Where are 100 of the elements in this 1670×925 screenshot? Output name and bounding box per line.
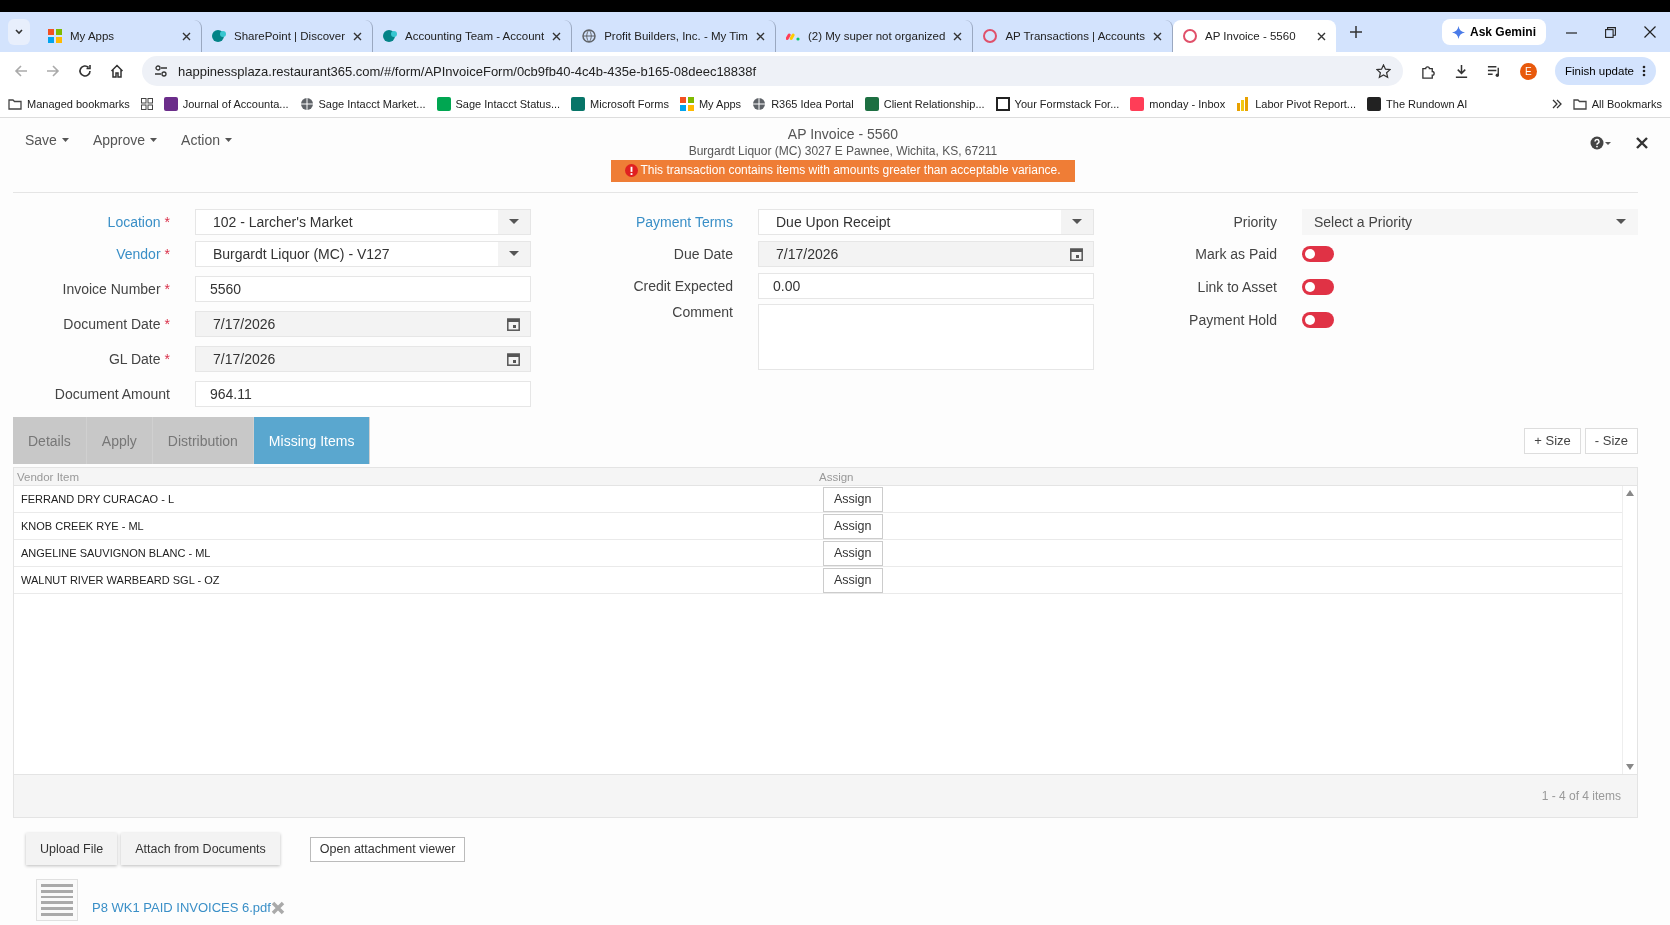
bookmark-item[interactable]: R365 Idea Portal: [752, 96, 854, 111]
bookmark-item[interactable]: Your Formstack For...: [995, 96, 1120, 111]
browser-tab[interactable]: AP Invoice - 5560: [1172, 20, 1336, 52]
date-field[interactable]: 7/17/2026: [195, 345, 531, 372]
field-label: Document Date: [63, 315, 161, 332]
star-icon[interactable]: [1375, 63, 1391, 79]
bookmark-item[interactable]: Managed bookmarks: [8, 96, 130, 111]
scrollbar[interactable]: [1622, 486, 1637, 774]
assign-button[interactable]: Assign: [823, 486, 883, 512]
input-field[interactable]: 0.00: [758, 272, 1094, 299]
favicon-icon: [436, 96, 451, 111]
caret-icon: [150, 138, 158, 142]
close-icon[interactable]: [1152, 31, 1162, 41]
favicon-icon: [299, 96, 314, 111]
bookmark-item[interactable]: Labor Pivot Report...: [1236, 96, 1357, 111]
bookmark-item[interactable]: Sage Intacct Status...: [436, 96, 561, 111]
date-field[interactable]: 7/17/2026: [195, 310, 531, 337]
tab-title: Accounting Team - Account: [405, 30, 545, 42]
bookmark-item[interactable]: Client Relationship...: [864, 96, 985, 111]
assign-button[interactable]: Assign: [823, 540, 883, 566]
dropdown-field[interactable]: Due Upon Receipt: [758, 208, 1094, 235]
caret-icon: [61, 138, 69, 142]
bookmark-item[interactable]: Microsoft Forms: [571, 96, 669, 111]
field-label: Payment Hold: [1189, 312, 1277, 328]
file-link[interactable]: P8 WK1 PAID INVOICES 6.pdf: [92, 900, 271, 921]
ask-gemini-button[interactable]: Ask Gemini: [1441, 19, 1546, 45]
favicon-icon: [8, 96, 22, 111]
site-settings-icon[interactable]: [154, 64, 168, 78]
assign-button[interactable]: Assign: [823, 513, 883, 539]
menu-button[interactable]: Save: [19, 132, 75, 148]
chevron-down-icon: [14, 27, 24, 37]
close-icon[interactable]: [552, 31, 562, 41]
size-button[interactable]: - Size: [1584, 427, 1638, 454]
finish-update-button[interactable]: Finish update: [1554, 57, 1656, 85]
toggle-switch[interactable]: [1302, 246, 1334, 262]
address-bar[interactable]: happinessplaza.restaurant365.com/#/form/APInvoiceForm/0cb9fb40-4c4b-435e-b165-08deec18838f: [142, 56, 1403, 86]
required-mark: *: [164, 280, 170, 297]
dropdown-field[interactable]: Burgardt Liquor (MC) - V127: [195, 240, 531, 267]
download-icon[interactable]: [1453, 63, 1469, 79]
scroll-up-icon[interactable]: [1626, 490, 1634, 496]
size-button[interactable]: + Size: [1524, 427, 1581, 454]
document-thumbnail[interactable]: [36, 879, 78, 921]
bookmark-item[interactable]: The Rundown AI: [1367, 96, 1468, 111]
favicon-icon: [582, 29, 597, 43]
assign-button[interactable]: Assign: [823, 567, 883, 593]
reload-icon[interactable]: [78, 64, 92, 78]
attachment-viewer-button[interactable]: Open attachment viewer: [309, 836, 466, 862]
profile-avatar[interactable]: E: [1519, 62, 1537, 80]
field-label: Priority: [1233, 213, 1277, 230]
more-bookmarks-icon[interactable]: [1551, 98, 1562, 109]
calendar-icon: [507, 351, 520, 366]
favicon-icon: [212, 29, 226, 43]
field-label-link[interactable]: Vendor: [116, 245, 161, 262]
new-tab-icon[interactable]: [1349, 26, 1362, 38]
menu-button[interactable]: Approve: [86, 132, 164, 148]
comment-field[interactable]: [758, 304, 1094, 370]
media-icon[interactable]: [1486, 63, 1502, 79]
close-icon[interactable]: [182, 31, 191, 41]
input-field[interactable]: 964.11: [195, 380, 531, 407]
attach-button[interactable]: Attach from Documents: [121, 833, 280, 865]
help-icon[interactable]: [1590, 136, 1612, 150]
field-label: Link to Asset: [1197, 279, 1277, 295]
favicon-icon: [864, 96, 879, 111]
restore-icon[interactable]: [1605, 26, 1616, 38]
close-icon[interactable]: [953, 31, 963, 41]
caret-icon: [1616, 219, 1626, 224]
apps-grid-icon[interactable]: [140, 97, 153, 110]
date-field[interactable]: 7/17/2026: [758, 240, 1094, 267]
more-icon: [1642, 65, 1646, 77]
close-icon[interactable]: [1316, 31, 1326, 41]
alert-icon: [625, 163, 639, 177]
close-icon[interactable]: [755, 31, 765, 41]
all-bookmarks-item[interactable]: All Bookmarks: [1572, 96, 1662, 111]
extensions-icon[interactable]: [1420, 63, 1436, 79]
close-icon[interactable]: [1636, 137, 1648, 149]
tab-search-button[interactable]: [8, 19, 30, 45]
close-icon[interactable]: [353, 31, 362, 41]
bookmark-item[interactable]: Journal of Accounta...: [163, 96, 289, 111]
field-label: Document Amount: [54, 385, 170, 402]
field-label: Mark as Paid: [1195, 246, 1277, 262]
tab-title: AP Invoice - 5560: [1204, 30, 1297, 42]
calendar-icon: [507, 316, 520, 331]
menu-button[interactable]: Action: [175, 132, 238, 148]
input-field[interactable]: 5560: [195, 275, 531, 302]
favicon-icon: [48, 29, 62, 43]
bookmark-item[interactable]: Sage Intacct Market...: [299, 96, 426, 111]
close-icon[interactable]: [1644, 26, 1656, 38]
bookmark-item[interactable]: monday - Inbox: [1130, 96, 1226, 111]
dropdown-field[interactable]: 102 - Larcher's Market: [195, 208, 531, 235]
table-cell-text: KNOB CREEK RYE - ML: [20, 520, 145, 532]
favicon-icon: [163, 96, 178, 111]
bookmark-item[interactable]: My Apps: [679, 96, 742, 111]
toggle-switch[interactable]: [1302, 312, 1334, 328]
scroll-down-icon[interactable]: [1626, 764, 1634, 770]
field-label-link[interactable]: Payment Terms: [636, 213, 733, 230]
home-icon[interactable]: [110, 64, 124, 78]
toggle-switch[interactable]: [1302, 279, 1334, 295]
dropdown-field[interactable]: Select a Priority: [1302, 208, 1638, 235]
attach-button[interactable]: Upload File: [26, 833, 118, 865]
field-label-link[interactable]: Location: [107, 213, 161, 230]
